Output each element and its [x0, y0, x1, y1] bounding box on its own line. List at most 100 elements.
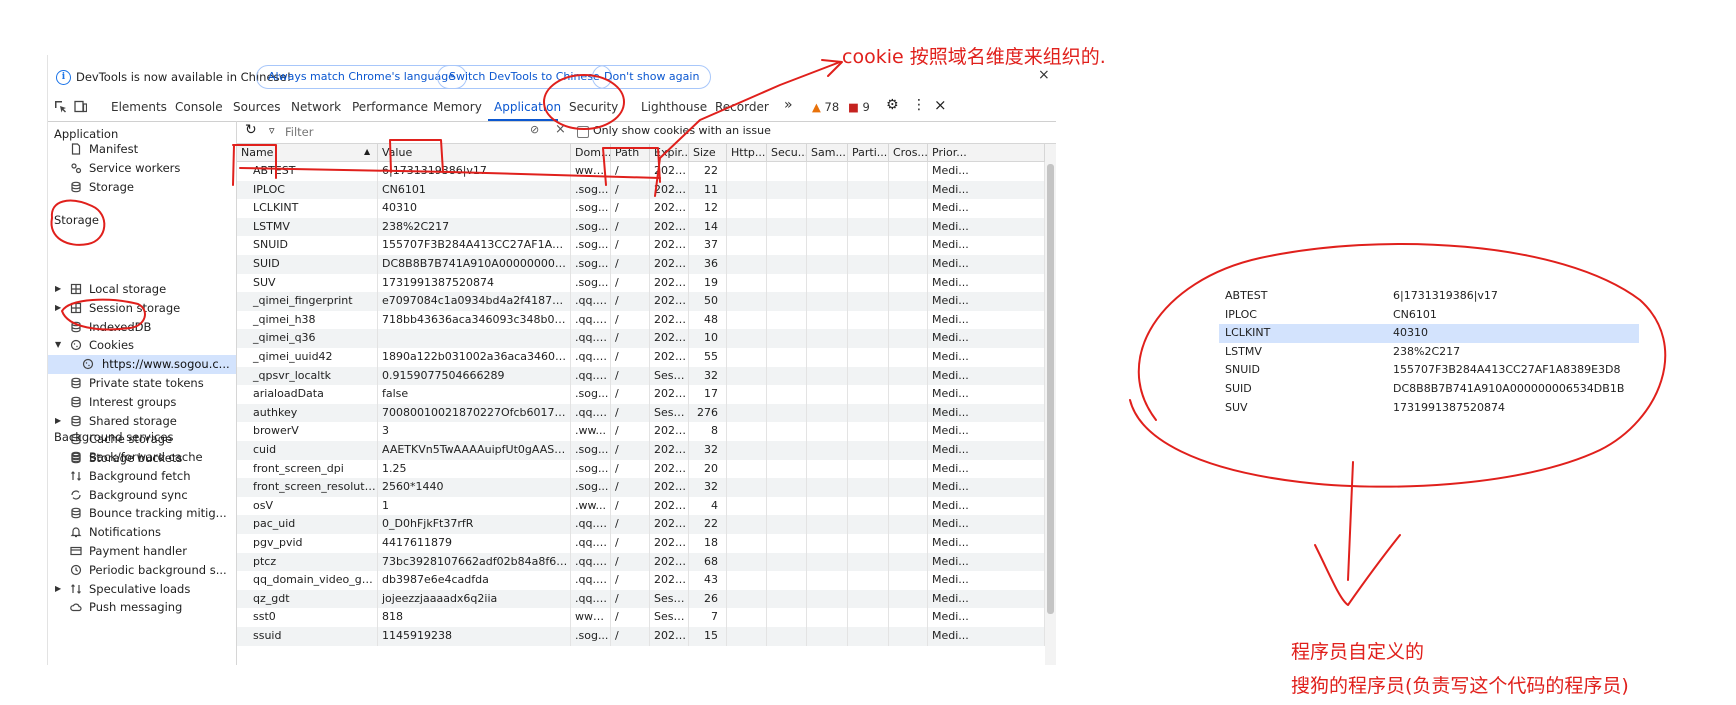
table-row[interactable]: browerV 3 .ww.../2024... 8 Medi... [237, 422, 1045, 441]
table-row[interactable]: pgv_pvid 4417611879 .qq.c.../2025... 18 Medi… [237, 534, 1045, 553]
sidebar-item[interactable]: IndexedDB [48, 318, 236, 337]
detail-row[interactable]: SUV 1731991387520874 [1219, 399, 1639, 418]
detail-row[interactable]: SNUID 155707F3B284A413CC27AF1A8389E3D8 [1219, 361, 1639, 380]
table-row[interactable]: authkey70080010021870227Ofcb6017e632b...… [237, 403, 1045, 423]
expand-right-icon[interactable]: ▶ [55, 416, 61, 425]
detail-row[interactable]: LCLKINT 40310 [1219, 324, 1639, 343]
table-row[interactable]: ptcz73bc3928107662adf02b84a8f690c9....qq… [237, 552, 1045, 572]
column-header[interactable]: Value [378, 144, 571, 162]
detail-row[interactable]: SUID DC8B8B7B741A910A000000006534DB1B [1219, 380, 1639, 399]
table-row[interactable]: _qimei_q36 .qq.c.../2025... 10 Medi... [237, 329, 1045, 348]
expand-down-icon[interactable]: ▼ [55, 340, 61, 349]
sidebar-item[interactable]: ▶ Session storage [48, 299, 236, 318]
delete-selected-icon[interactable]: × [555, 122, 566, 137]
table-row[interactable]: arialoadData false .sog.../2024... 17 Medi..… [237, 385, 1045, 404]
sidebar-item[interactable]: Interest groups [48, 393, 236, 412]
more-tabs-button[interactable]: » [784, 97, 793, 113]
tab-performance[interactable]: Performance [352, 100, 428, 114]
sidebar-item[interactable]: Periodic background s... [48, 561, 236, 580]
always-match-language-button[interactable]: Always match Chrome's language [256, 65, 467, 89]
sidebar-item[interactable]: ▼ Cookies [48, 336, 236, 355]
table-row[interactable]: SUIDDC8B8B7B741A910A000000006534....sog.… [237, 255, 1045, 274]
sidebar-item[interactable]: Background fetch [48, 467, 236, 486]
column-header[interactable]: Dom... [571, 144, 611, 162]
expand-right-icon[interactable]: ▶ [55, 584, 61, 593]
table-row[interactable]: qq_domain_video_gui... db3987e6e4cadfda .q… [237, 571, 1045, 590]
column-header[interactable]: Http... [727, 144, 767, 162]
detail-row[interactable]: LSTMV 238%2C217 [1219, 343, 1639, 362]
table-row[interactable]: front_screen_dpi 1.25 .sog.../2025... 20 Med… [237, 459, 1045, 479]
table-row[interactable]: ssuid 1145919238 .sog.../2024... 15 Medi... [237, 627, 1045, 646]
scrollbar-thumb[interactable] [1047, 164, 1054, 614]
filter-input[interactable] [283, 123, 527, 141]
tab-memory[interactable]: Memory [433, 100, 482, 114]
table-row[interactable]: SUV 1731991387520874 .sog.../2025... 19 Medi… [237, 273, 1045, 293]
sidebar-item[interactable]: Manifest [48, 140, 236, 159]
table-scrollbar[interactable] [1045, 144, 1056, 665]
tab-elements[interactable]: Elements [111, 100, 167, 114]
table-row[interactable]: sst0 818 www... / Sessi... 7 Medi... [237, 608, 1045, 627]
clear-all-icon[interactable]: ⊘ [530, 123, 539, 136]
expand-right-icon[interactable]: ▶ [55, 303, 61, 312]
warnings-badge[interactable]: ▲ 78 [812, 100, 839, 114]
column-header[interactable]: Cros... [889, 144, 928, 162]
column-header[interactable]: Prior... [928, 144, 1045, 162]
issues-badge[interactable]: ■ 9 [848, 100, 870, 114]
table-row[interactable]: osV 1 .ww.../2024... 4 Medi... [237, 496, 1045, 516]
table-row[interactable]: cuid AAETKVn5TwAAAAuipfUt0gAASQU= .sog... /… [237, 441, 1045, 460]
sidebar-item[interactable]: Bounce tracking mitig... [48, 504, 236, 523]
column-header[interactable]: Expir... [650, 144, 689, 162]
only-issues-checkbox[interactable] [577, 126, 589, 138]
tab-application[interactable]: Application [494, 100, 561, 114]
column-header[interactable]: Secu... [767, 144, 807, 162]
device-toolbar-icon[interactable] [74, 100, 87, 113]
table-row[interactable]: _qpsvr_localtk 0.9159077504666289 .qq.c...… [237, 366, 1045, 386]
sidebar-item[interactable]: Service workers [48, 159, 236, 178]
table-row[interactable]: ABTEST 6|1731319386|v17 www.../2024... 22 Me… [237, 162, 1045, 181]
sidebar-item[interactable]: Notifications [48, 523, 236, 542]
refresh-icon[interactable]: ↻ [245, 122, 257, 138]
column-header[interactable]: Size [689, 144, 727, 162]
column-header[interactable]: Name [237, 144, 378, 162]
inspect-element-icon[interactable] [54, 100, 67, 113]
detail-row[interactable]: IPLOC CN6101 [1219, 306, 1639, 325]
sidebar-item[interactable]: Private state tokens [48, 374, 236, 393]
devtools-close-icon[interactable]: × [934, 96, 947, 114]
table-row[interactable]: SNUID155707F3B284A413CC27AF1A8389E....so… [237, 236, 1045, 255]
column-header[interactable]: Parti... [848, 144, 889, 162]
sidebar-item[interactable]: Background sync [48, 486, 236, 505]
table-row[interactable]: pac_uid 0_D0hFjkFt37rfR .qq.c.../2025... 22… [237, 515, 1045, 534]
expand-right-icon[interactable]: ▶ [55, 284, 61, 293]
sidebar-item[interactable]: ▶ Local storage [48, 280, 236, 299]
table-row[interactable]: LSTMV 238%2C217 .sog.../2025... 14 Medi... [237, 217, 1045, 237]
sidebar-item[interactable]: Back/forward cache [48, 448, 236, 467]
detail-row[interactable]: ABTEST 6|1731319386|v17 [1219, 287, 1639, 306]
tab-lighthouse[interactable]: Lighthouse [641, 100, 707, 114]
table-row[interactable]: _qimei_h38718bb43636aca346093c348b02000.… [237, 310, 1045, 330]
sidebar-item[interactable]: ▶ Shared storage [48, 412, 236, 431]
sidebar-item[interactable]: Payment handler [48, 542, 236, 561]
tab-network[interactable]: Network [291, 100, 341, 114]
switch-to-chinese-button[interactable]: Switch DevTools to Chinese [437, 65, 612, 89]
sidebar-item[interactable]: ▶ Speculative loads [48, 580, 236, 599]
tab-sources[interactable]: Sources [233, 100, 280, 114]
sidebar-item[interactable]: https://www.sogou.c... [48, 355, 236, 375]
column-header[interactable]: Sam... [807, 144, 848, 162]
tab-security[interactable]: Security [569, 100, 618, 114]
tab-console[interactable]: Console [175, 100, 223, 114]
table-row[interactable]: front_screen_resolution 2560*1440 .sog... /… [237, 478, 1045, 497]
column-header[interactable]: Path [611, 144, 650, 162]
sidebar-item[interactable]: Storage [48, 178, 236, 197]
settings-gear-icon[interactable]: ⚙ [886, 97, 899, 113]
table-row[interactable]: qz_gdt jojeezzjaaaadx6q2iia .qq.c... / Sessi… [237, 589, 1045, 609]
table-row[interactable]: LCLKINT 40310 .sog.../2025... 12 Medi... [237, 199, 1045, 218]
infobar-close-icon[interactable]: × [1038, 67, 1050, 83]
kebab-menu-icon[interactable]: ⋮ [912, 97, 926, 113]
table-row[interactable]: IPLOC CN6101 .sog.../2025... 11 Medi... [237, 180, 1045, 200]
table-row[interactable]: _qimei_fingerprint e7097084c1a0934bd4a2f4… [237, 292, 1045, 311]
table-cell: 32 [689, 441, 727, 460]
tab-recorder[interactable]: Recorder [715, 100, 769, 114]
table-row[interactable]: _qimei_uuid42 1890a122b031002a36aca346093… [237, 348, 1045, 367]
sidebar-item[interactable]: Push messaging [48, 598, 236, 617]
dont-show-again-button[interactable]: Don't show again [592, 65, 712, 89]
